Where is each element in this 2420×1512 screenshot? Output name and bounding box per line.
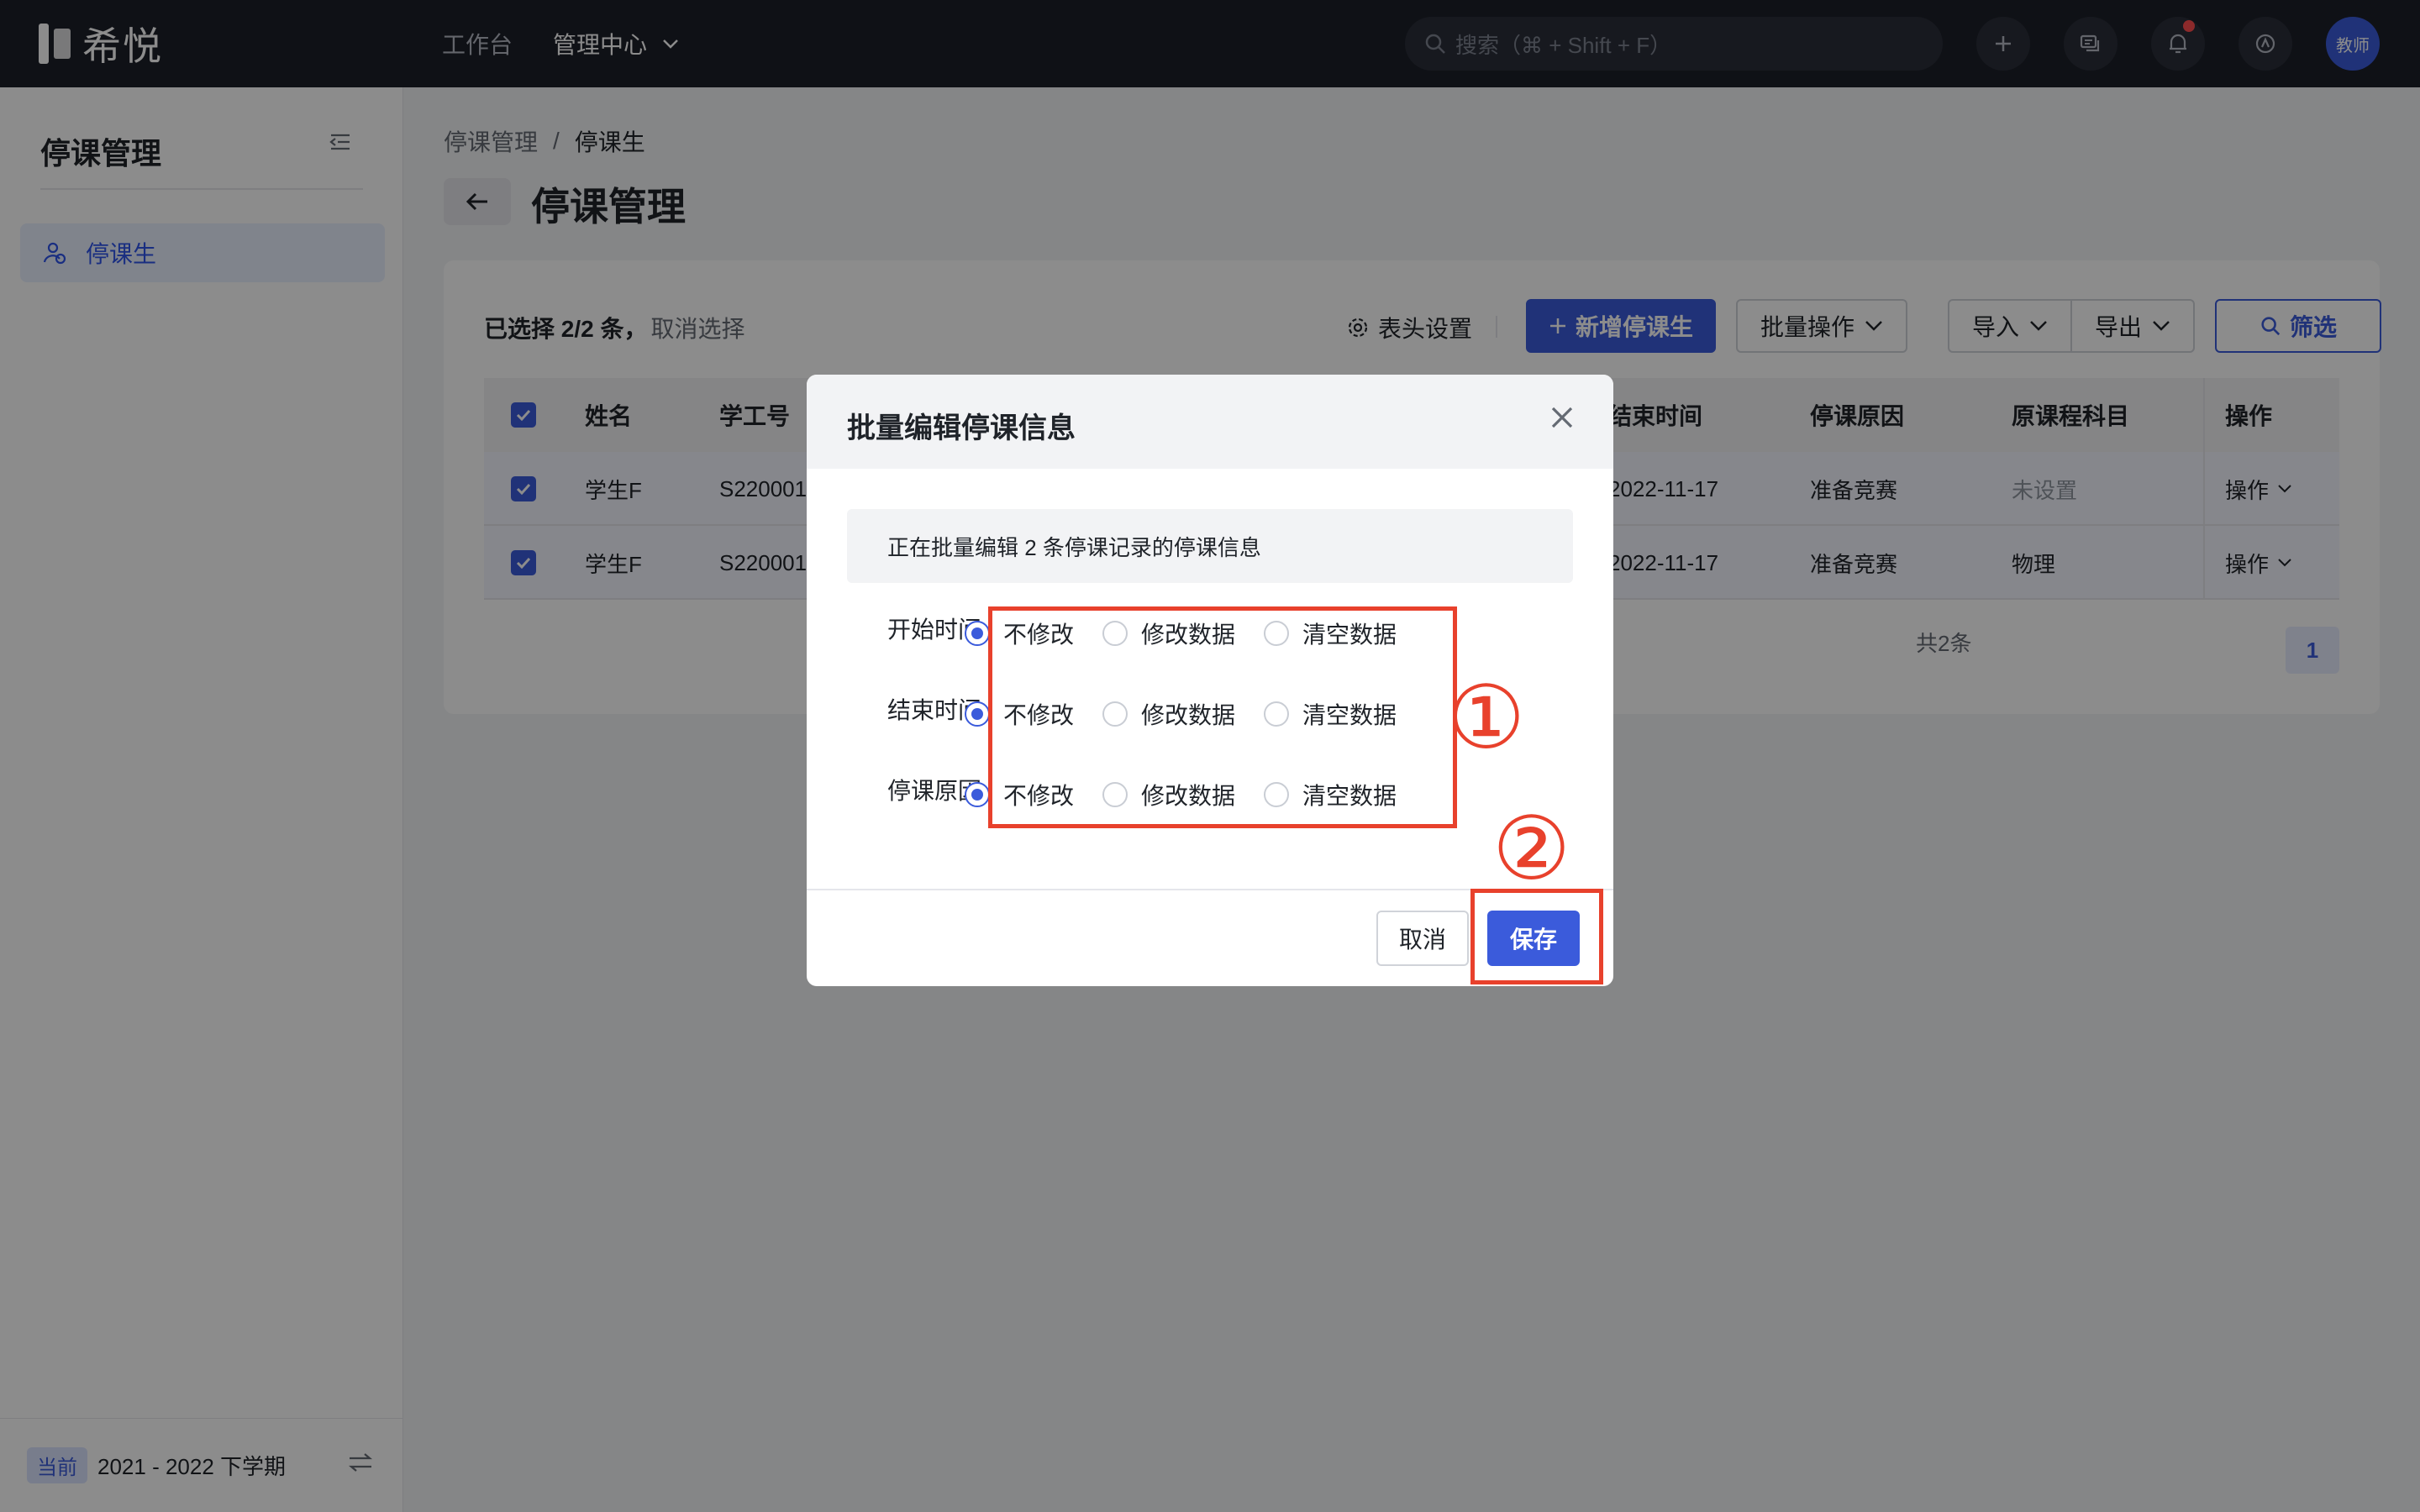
modal-title: 批量编辑停课信息 [847, 412, 1076, 444]
close-button[interactable] [1549, 405, 1575, 434]
close-icon [1551, 407, 1573, 428]
annotation-number-1: ① [1447, 666, 1526, 769]
annotation-box-save [1470, 889, 1603, 984]
annotation-box-options [988, 606, 1457, 828]
annotation-number-2: ② [1492, 797, 1571, 900]
cancel-button[interactable]: 取消 [1376, 911, 1469, 966]
modal-notice: 正在批量编辑 2 条停课记录的停课信息 [847, 509, 1573, 583]
